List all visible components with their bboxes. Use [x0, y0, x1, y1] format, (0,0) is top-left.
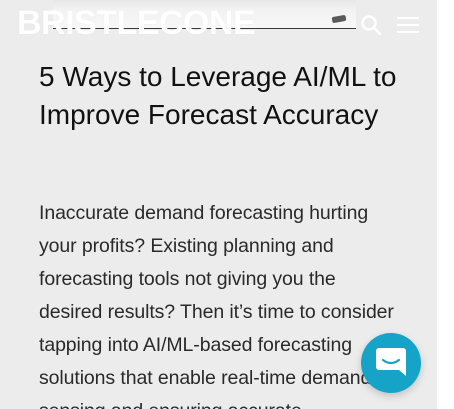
article-title: 5 Ways to Leverage AI/ML to Improve Fore…: [39, 61, 397, 130]
chat-button[interactable]: [361, 333, 421, 393]
hamburger-menu-icon[interactable]: [396, 14, 420, 36]
search-icon[interactable]: [359, 13, 383, 37]
chat-bubble-icon: [376, 348, 406, 376]
site-logo[interactable]: BRISTLECONE: [17, 3, 256, 43]
article-intro: Inaccurate demand forecasting hurting yo…: [39, 202, 394, 409]
scrollbar-gutter: [437, 0, 454, 409]
hero-image-detail: [331, 14, 347, 24]
